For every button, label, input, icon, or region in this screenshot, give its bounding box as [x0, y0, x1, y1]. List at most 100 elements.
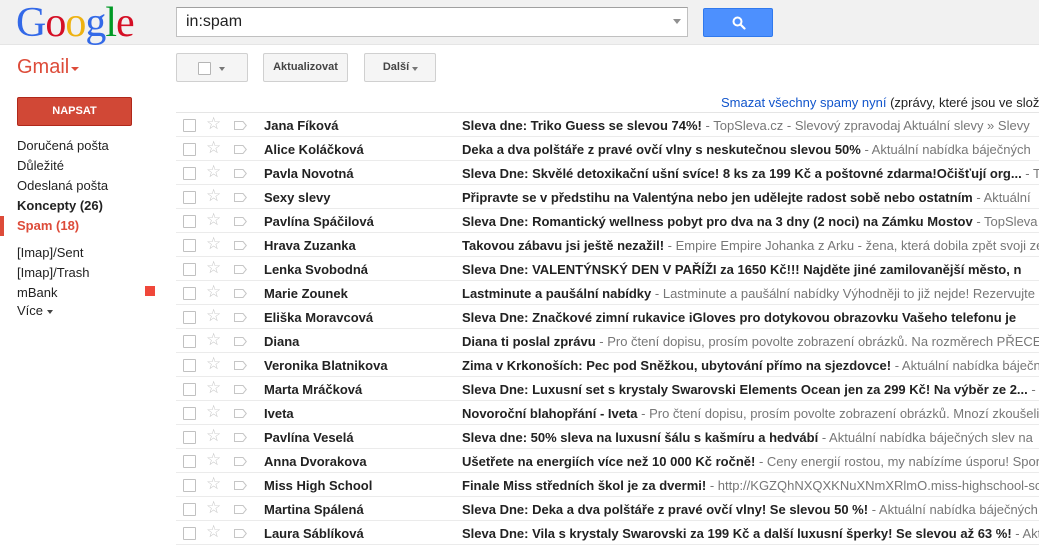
message-checkbox[interactable] — [183, 455, 196, 468]
star-icon[interactable]: ☆ — [206, 355, 221, 373]
importance-marker-icon[interactable] — [234, 241, 247, 250]
message-row[interactable]: ☆ Marie Zounek Lastminute a paušální nabíd… — [176, 281, 1039, 305]
star-icon[interactable]: ☆ — [206, 451, 221, 469]
star-icon[interactable]: ☆ — [206, 139, 221, 157]
importance-marker-icon[interactable] — [234, 433, 247, 442]
star-icon[interactable]: ☆ — [206, 163, 221, 181]
star-icon[interactable]: ☆ — [206, 379, 221, 397]
importance-marker-icon[interactable] — [234, 481, 247, 490]
delete-all-spam-link[interactable]: Smazat všechny spamy nyní — [721, 95, 886, 110]
message-row[interactable]: ☆ Marta Mráčková Sleva Dne: Luxusní set s … — [176, 377, 1039, 401]
chevron-down-icon[interactable] — [47, 310, 53, 314]
star-icon[interactable]: ☆ — [206, 427, 221, 445]
message-row[interactable]: ☆ Martina Spálená Sleva Dne: Deka a dva po… — [176, 497, 1039, 521]
star-icon[interactable]: ☆ — [206, 235, 221, 253]
sidebar-item-doru-en-po-ta[interactable]: Doručená pošta — [17, 138, 109, 154]
message-row[interactable]: ☆ Pavlína Spáčilová Sleva Dne: Romantický … — [176, 209, 1039, 233]
message-row[interactable]: ☆ Diana Diana ti poslal zprávu - Pro čtení… — [176, 329, 1039, 353]
importance-marker-icon[interactable] — [234, 361, 247, 370]
message-sender: Marie Zounek — [264, 286, 348, 301]
importance-marker-icon[interactable] — [234, 217, 247, 226]
google-logo[interactable]: Google — [16, 1, 135, 45]
message-row[interactable]: ☆ Jana Fíková Sleva dne: Triko Guess se sl… — [176, 113, 1039, 137]
search-options-caret-icon[interactable] — [673, 19, 681, 24]
message-checkbox[interactable] — [183, 383, 196, 396]
message-checkbox[interactable] — [183, 407, 196, 420]
importance-marker-icon[interactable] — [234, 457, 247, 466]
sidebar-item-koncepty-26[interactable]: Koncepty (26) — [17, 198, 103, 214]
search-button[interactable] — [703, 8, 773, 37]
message-checkbox[interactable] — [183, 311, 196, 324]
star-icon[interactable]: ☆ — [206, 475, 221, 493]
compose-button[interactable]: NAPSAT — [17, 97, 132, 126]
sidebar-item-d-le-it[interactable]: Důležité — [17, 158, 64, 174]
message-checkbox[interactable] — [183, 479, 196, 492]
message-checkbox[interactable] — [183, 167, 196, 180]
message-checkbox[interactable] — [183, 431, 196, 444]
message-row[interactable]: ☆ Hrava Zuzanka Takovou zábavu jsi ještě n… — [176, 233, 1039, 257]
message-row[interactable]: ☆ Anna Dvorakova Ušetřete na energiích víc… — [176, 449, 1039, 473]
gmail-menu-label[interactable]: Gmail — [17, 56, 69, 79]
select-all-button[interactable] — [176, 53, 248, 82]
more-actions-button[interactable]: Další — [364, 53, 436, 82]
message-row[interactable]: ☆ Pavla Novotná Sleva Dne: Skvělé detoxika… — [176, 161, 1039, 185]
search-box[interactable] — [176, 7, 688, 37]
star-icon[interactable]: ☆ — [206, 307, 221, 325]
star-icon[interactable]: ☆ — [206, 283, 221, 301]
importance-marker-icon[interactable] — [234, 193, 247, 202]
message-checkbox[interactable] — [183, 239, 196, 252]
message-checkbox[interactable] — [183, 359, 196, 372]
message-snippet: - Aktuální nabídka báječných slev na — [818, 430, 1033, 445]
message-row[interactable]: ☆ Laura Sáblíková Sleva Dne: Vila s krysta… — [176, 521, 1039, 545]
importance-marker-icon[interactable] — [234, 337, 247, 346]
message-summary: Sleva Dne: Skvělé detoxikační ušní svíce… — [462, 166, 1039, 181]
importance-marker-icon[interactable] — [234, 385, 247, 394]
chevron-down-icon[interactable] — [71, 67, 79, 71]
star-icon[interactable]: ☆ — [206, 259, 221, 277]
message-checkbox[interactable] — [183, 263, 196, 276]
message-row[interactable]: ☆ Miss High School Finale Miss středních š… — [176, 473, 1039, 497]
importance-marker-icon[interactable] — [234, 265, 247, 274]
importance-marker-icon[interactable] — [234, 145, 247, 154]
importance-marker-icon[interactable] — [234, 121, 247, 130]
sidebar-item-spam-18[interactable]: Spam (18) — [17, 218, 79, 234]
star-icon[interactable]: ☆ — [206, 499, 221, 517]
message-row[interactable]: ☆ Iveta Novoroční blahopřání - Iveta - Pro… — [176, 401, 1039, 425]
refresh-button[interactable]: Aktualizovat — [263, 53, 348, 82]
message-row[interactable]: ☆ Veronika Blatnikova Zima v Krkonoších: P… — [176, 353, 1039, 377]
message-sender: Anna Dvorakova — [264, 454, 367, 469]
message-row[interactable]: ☆ Lenka Svobodná Sleva Dne: VALENTÝNSKÝ DE… — [176, 257, 1039, 281]
message-checkbox[interactable] — [183, 119, 196, 132]
message-row[interactable]: ☆ Eliška Moravcová Sleva Dne: Značkové zim… — [176, 305, 1039, 329]
star-icon[interactable]: ☆ — [206, 115, 221, 133]
sidebar-item-v-ce[interactable]: Více — [17, 303, 43, 319]
message-checkbox[interactable] — [183, 191, 196, 204]
message-checkbox[interactable] — [183, 215, 196, 228]
importance-marker-icon[interactable] — [234, 529, 247, 538]
sidebar-item-mbank[interactable]: mBank — [17, 285, 57, 301]
select-all-checkbox[interactable] — [198, 62, 211, 75]
star-icon[interactable]: ☆ — [206, 403, 221, 421]
importance-marker-icon[interactable] — [234, 169, 247, 178]
message-checkbox[interactable] — [183, 527, 196, 540]
importance-marker-icon[interactable] — [234, 409, 247, 418]
sidebar-item-odeslan-po-ta[interactable]: Odeslaná pošta — [17, 178, 108, 194]
message-checkbox[interactable] — [183, 287, 196, 300]
message-checkbox[interactable] — [183, 143, 196, 156]
label-color-swatch[interactable] — [145, 286, 155, 296]
message-checkbox[interactable] — [183, 503, 196, 516]
star-icon[interactable]: ☆ — [206, 211, 221, 229]
search-input[interactable] — [177, 8, 657, 36]
message-checkbox[interactable] — [183, 335, 196, 348]
star-icon[interactable]: ☆ — [206, 187, 221, 205]
message-row[interactable]: ☆ Sexy slevy Připravte se v předstihu na V… — [176, 185, 1039, 209]
star-icon[interactable]: ☆ — [206, 331, 221, 349]
sidebar-item-imap-sent[interactable]: [Imap]/Sent — [17, 245, 83, 261]
message-row[interactable]: ☆ Alice Koláčková Deka a dva polštáře z pr… — [176, 137, 1039, 161]
star-icon[interactable]: ☆ — [206, 523, 221, 541]
message-row[interactable]: ☆ Pavlína Veselá Sleva dne: 50% sleva na l… — [176, 425, 1039, 449]
importance-marker-icon[interactable] — [234, 289, 247, 298]
importance-marker-icon[interactable] — [234, 313, 247, 322]
importance-marker-icon[interactable] — [234, 505, 247, 514]
sidebar-item-imap-trash[interactable]: [Imap]/Trash — [17, 265, 89, 281]
